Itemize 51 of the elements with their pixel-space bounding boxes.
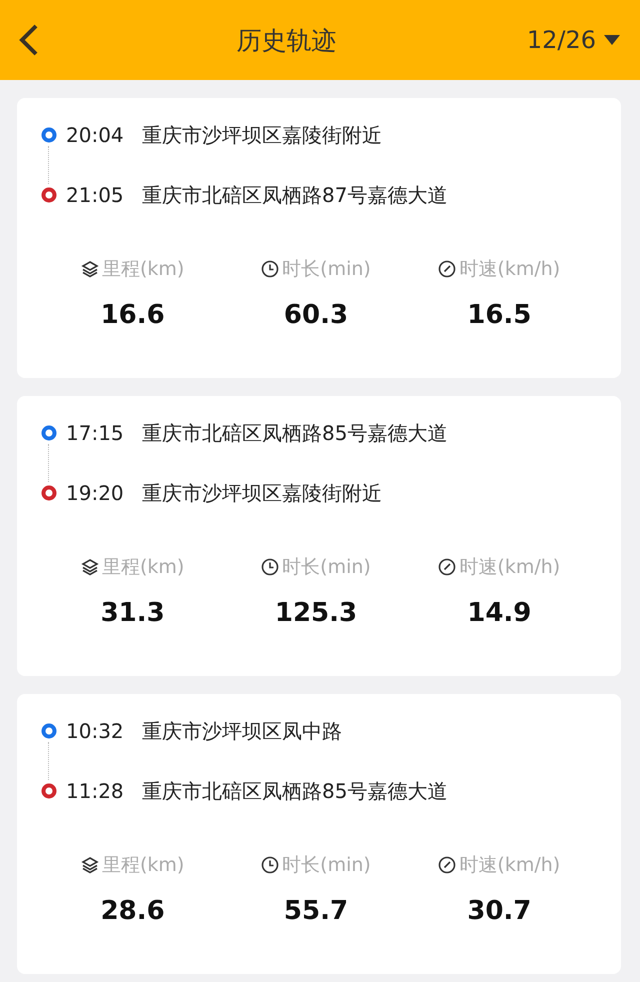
start-marker-icon — [41, 425, 57, 441]
metric-label: 时长(min) — [282, 853, 371, 878]
stop-address: 重庆市北碚区凤栖路85号嘉德大道 — [142, 778, 448, 804]
metric-label: 时速(km/h) — [459, 853, 560, 878]
gauge-icon — [438, 260, 456, 278]
trip-card[interactable]: 17:15 重庆市北碚区凤栖路85号嘉德大道 19:20 重庆市沙坪坝区嘉陵街附近 里程(km) 31.3 时长(min) 125.3 时速(km/h) 14.9 — [17, 396, 621, 676]
metric-value: 125.3 — [274, 598, 358, 628]
stop-time: 17:15 — [66, 421, 125, 445]
metric-label: 里程(km) — [102, 853, 184, 878]
page-title: 历史轨迹 — [236, 24, 336, 56]
metric-value: 31.3 — [100, 598, 165, 628]
stop-address: 重庆市沙坪坝区嘉陵街附近 — [142, 122, 382, 148]
stop-time: 21:05 — [66, 183, 125, 207]
stop-time: 19:20 — [66, 481, 125, 505]
metric-label: 时长(min) — [282, 555, 371, 580]
end-marker-icon — [41, 187, 57, 203]
stop-time: 20:04 — [66, 123, 125, 147]
clock-icon — [261, 260, 280, 278]
layers-icon — [80, 260, 99, 278]
end-marker-icon — [41, 485, 57, 501]
metric-value: 16.5 — [467, 300, 532, 330]
stop-time: 10:32 — [66, 719, 125, 743]
clock-icon — [261, 856, 280, 874]
metric-value: 55.7 — [284, 896, 348, 926]
start-marker-icon — [41, 127, 57, 143]
stop-time: 11:28 — [66, 779, 125, 803]
end-marker-icon — [41, 783, 57, 799]
metric-label: 时长(min) — [282, 257, 371, 282]
metric-label: 里程(km) — [102, 555, 184, 580]
metric-label: 时速(km/h) — [459, 257, 560, 282]
caret-icon — [604, 35, 620, 45]
stop-address: 重庆市北碚区凤栖路85号嘉德大道 — [142, 420, 448, 446]
gauge-icon — [438, 558, 456, 576]
metric-value: 14.9 — [467, 598, 532, 628]
metric-label: 里程(km) — [102, 257, 184, 282]
stop-address: 重庆市沙坪坝区凤中路 — [142, 718, 342, 744]
metric-label: 时速(km/h) — [459, 555, 560, 580]
metric-value: 60.3 — [284, 300, 348, 330]
trip-card[interactable]: 20:04 重庆市沙坪坝区嘉陵街附近 21:05 重庆市北碚区凤栖路87号嘉德大道 里程(km) 16.6 时长(min) 60.3 时速(km/h) 16.5 — [17, 98, 621, 378]
clock-icon — [261, 558, 280, 576]
start-marker-icon — [41, 723, 57, 739]
stop-address: 重庆市沙坪坝区嘉陵街附近 — [142, 480, 382, 506]
metric-value: 28.6 — [100, 896, 165, 926]
layers-icon — [80, 558, 99, 576]
date-picker[interactable]: 12/26 — [526, 26, 620, 54]
trip-card[interactable]: 10:32 重庆市沙坪坝区凤中路 11:28 重庆市北碚区凤栖路85号嘉德大道 里程(km) 28.6 时长(min) 55.7 时速(km/h) 30.7 — [17, 694, 621, 974]
stop-address: 重庆市北碚区凤栖路87号嘉德大道 — [142, 182, 448, 208]
metric-value: 30.7 — [467, 896, 532, 926]
layers-icon — [80, 856, 99, 874]
metric-value: 16.6 — [100, 300, 165, 330]
gauge-icon — [438, 856, 456, 874]
